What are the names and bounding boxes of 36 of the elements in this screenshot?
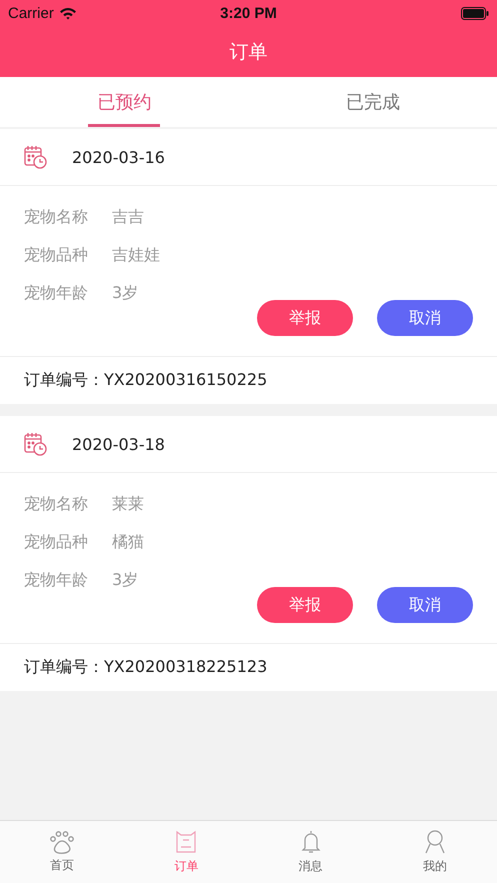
field-value: 3岁 (112, 570, 138, 590)
field-label: 宠物年龄 (24, 282, 88, 304)
field-value: 吉吉 (112, 206, 144, 228)
cancel-button[interactable]: 取消 (377, 300, 473, 336)
field-label: 宠物名称 (24, 206, 88, 228)
cat-box-icon (175, 829, 198, 855)
field-label: 宠物品种 (24, 532, 88, 552)
field-value: 吉娃娃 (112, 244, 160, 266)
page-title: 订单 (230, 40, 268, 64)
field-label: 宠物年龄 (24, 570, 88, 590)
order-number: 订单编号：YX20200318225123 (24, 657, 268, 678)
paw-icon (49, 830, 76, 854)
wifi-icon (58, 6, 77, 20)
tab[interactable]: 已完成 (336, 77, 409, 127)
order-date: 2020-03-16 (72, 148, 165, 166)
calendar-clock-icon (24, 145, 48, 169)
bell-icon (300, 829, 322, 855)
cancel-button[interactable]: 取消 (377, 587, 473, 623)
tab-bar-item[interactable]: 订单 (124, 821, 248, 883)
clock-text: 3:20 PM (220, 4, 277, 22)
order-number: 订单编号：YX20200316150225 (24, 370, 268, 391)
tab-bar-item[interactable]: 消息 (248, 821, 373, 883)
person-icon (424, 829, 446, 855)
report-button[interactable]: 举报 (257, 587, 353, 623)
field-value: 莱莱 (112, 494, 144, 514)
carrier-text: Carrier (8, 4, 54, 22)
report-button[interactable]: 举报 (257, 300, 353, 336)
field-label: 宠物品种 (24, 244, 88, 266)
calendar-clock-icon (24, 432, 48, 456)
tab-bar-item[interactable]: 我的 (372, 821, 497, 883)
battery-icon (461, 6, 489, 20)
order-date: 2020-03-18 (72, 434, 165, 454)
field-label: 宠物名称 (24, 494, 88, 514)
tab-bar-item[interactable]: 首页 (0, 821, 124, 883)
field-value: 3岁 (112, 282, 138, 304)
field-value: 橘猫 (112, 532, 144, 552)
